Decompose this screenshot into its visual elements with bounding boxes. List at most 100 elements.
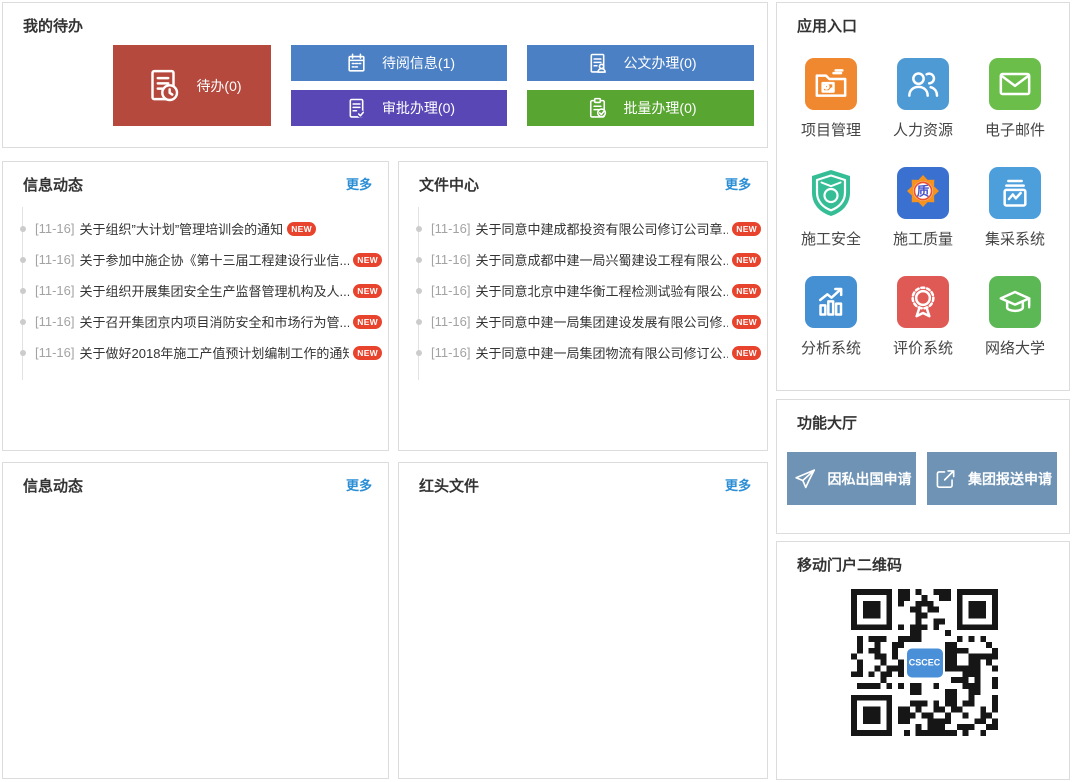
app-label: 电子邮件 bbox=[985, 119, 1045, 140]
news-item-title: 关于做好2018年施工产值预计划编制工作的通知 bbox=[80, 343, 350, 362]
new-badge: NEW bbox=[353, 346, 382, 360]
file-item[interactable]: [11-16] 关于同意中建一局集团物流有限公司修订公... NEW bbox=[419, 337, 761, 368]
redhead-doc-title: 红头文件 bbox=[419, 475, 479, 496]
new-badge: NEW bbox=[353, 253, 382, 267]
mobile-qr-title: 移动门户二维码 bbox=[797, 554, 902, 575]
news-item-date: [11-16] bbox=[35, 345, 75, 360]
file-list: [11-16] 关于同意中建成都投资有限公司修订公司章... NEW [11-1… bbox=[418, 207, 767, 380]
new-badge: NEW bbox=[732, 315, 761, 329]
batch-process-button[interactable]: 批量办理(0) bbox=[527, 90, 754, 126]
app-item-evaluation-system[interactable]: 评价系统 bbox=[893, 276, 953, 358]
app-label: 施工安全 bbox=[801, 228, 861, 249]
app-item-human-resources[interactable]: 人力资源 bbox=[893, 58, 953, 140]
news-item[interactable]: [11-16] 关于召开集团京内项目消防安全和市场行为管... NEW bbox=[23, 306, 382, 337]
pending-read-button[interactable]: 待阅信息(1) bbox=[291, 45, 507, 81]
file-item-date: [11-16] bbox=[431, 252, 471, 267]
file-item-title: 关于同意中建一局集团建设发展有限公司修... bbox=[476, 312, 729, 331]
app-item-network-university[interactable]: 网络大学 bbox=[985, 276, 1045, 358]
new-badge: NEW bbox=[353, 315, 382, 329]
news-panel-title: 信息动态 bbox=[23, 174, 83, 195]
file-item[interactable]: [11-16] 关于同意中建成都投资有限公司修订公司章... NEW bbox=[419, 213, 761, 244]
app-label: 项目管理 bbox=[801, 119, 861, 140]
document-person-icon bbox=[584, 50, 611, 77]
app-item-email[interactable]: 电子邮件 bbox=[985, 58, 1045, 140]
news-item-date: [11-16] bbox=[35, 314, 75, 329]
group-submit-label: 集团报送申请 bbox=[968, 469, 1052, 489]
document-check-icon bbox=[343, 95, 370, 122]
graduation-cap-icon bbox=[995, 282, 1035, 322]
function-hall-panel: 功能大厅 因私出国申请 集团报送申请 bbox=[776, 399, 1070, 534]
medal-rosette-icon bbox=[903, 282, 943, 322]
app-grid: 项目管理 人力资源 bbox=[777, 58, 1069, 358]
file-item[interactable]: [11-16] 关于同意北京中建华衡工程检测试验有限公... NEW bbox=[419, 275, 761, 306]
abroad-application-button[interactable]: 因私出国申请 bbox=[787, 452, 916, 505]
procurement-box-icon bbox=[995, 173, 1035, 213]
news-panel: 信息动态 更多 [11-16] 关于组织”大计划”管理培训会的通知 NEW [1… bbox=[2, 161, 389, 451]
calendar-icon bbox=[343, 50, 370, 77]
file-item-date: [11-16] bbox=[431, 221, 471, 236]
batch-process-label: 批量办理(0) bbox=[623, 98, 696, 118]
official-doc-button[interactable]: 公文办理(0) bbox=[527, 45, 754, 81]
app-item-construction-quality[interactable]: 质 施工质量 bbox=[893, 167, 953, 249]
redhead-more-link[interactable]: 更多 bbox=[725, 475, 751, 494]
my-todo-title: 我的待办 bbox=[23, 15, 83, 36]
new-badge: NEW bbox=[732, 346, 761, 360]
envelope-icon bbox=[995, 64, 1035, 104]
file-item[interactable]: [11-16] 关于同意成都中建一局兴蜀建设工程有限公... NEW bbox=[419, 244, 761, 275]
quality-seal-icon: 质 bbox=[897, 167, 949, 219]
clipboard-check-icon bbox=[584, 95, 611, 122]
plane-icon bbox=[792, 466, 818, 492]
app-label: 网络大学 bbox=[985, 337, 1045, 358]
file-item-date: [11-16] bbox=[431, 345, 471, 360]
news-item[interactable]: [11-16] 关于组织”大计划”管理培训会的通知 NEW bbox=[23, 213, 382, 244]
news-panel-2-title: 信息动态 bbox=[23, 475, 83, 496]
pending-read-label: 待阅信息(1) bbox=[382, 53, 455, 73]
app-label: 集采系统 bbox=[985, 228, 1045, 249]
new-badge: NEW bbox=[732, 253, 761, 267]
official-doc-label: 公文办理(0) bbox=[623, 53, 696, 73]
safety-shield-icon bbox=[805, 167, 857, 219]
app-label: 分析系统 bbox=[801, 337, 861, 358]
news-item-date: [11-16] bbox=[35, 252, 75, 267]
app-label: 评价系统 bbox=[893, 337, 953, 358]
news-item[interactable]: [11-16] 关于参加中施企协《第十三届工程建设行业信... NEW bbox=[23, 244, 382, 275]
qr-code: CSCEC bbox=[851, 589, 998, 736]
news-item[interactable]: [11-16] 关于组织开展集团安全生产监督管理机构及人... NEW bbox=[23, 275, 382, 306]
share-export-icon bbox=[932, 466, 958, 492]
app-item-project-mgmt[interactable]: 项目管理 bbox=[801, 58, 861, 140]
svg-text:质: 质 bbox=[917, 183, 930, 198]
qr-center-logo: CSCEC bbox=[905, 646, 945, 679]
approval-button[interactable]: 审批办理(0) bbox=[291, 90, 507, 126]
news-item-title: 关于召开集团京内项目消防安全和市场行为管... bbox=[80, 312, 350, 331]
file-item[interactable]: [11-16] 关于同意中建一局集团建设发展有限公司修... NEW bbox=[419, 306, 761, 337]
app-label: 施工质量 bbox=[893, 228, 953, 249]
news-more-link[interactable]: 更多 bbox=[346, 174, 372, 193]
people-icon bbox=[903, 64, 943, 104]
file-item-title: 关于同意北京中建华衡工程检测试验有限公... bbox=[476, 281, 729, 300]
file-center-title: 文件中心 bbox=[419, 174, 479, 195]
group-submit-button[interactable]: 集团报送申请 bbox=[927, 452, 1057, 505]
new-badge: NEW bbox=[732, 284, 761, 298]
file-item-date: [11-16] bbox=[431, 283, 471, 298]
project-folder-icon bbox=[811, 64, 851, 104]
document-clock-icon bbox=[142, 65, 184, 107]
app-item-procurement-system[interactable]: 集采系统 bbox=[985, 167, 1045, 249]
new-badge: NEW bbox=[732, 222, 761, 236]
news-list: [11-16] 关于组织”大计划”管理培训会的通知 NEW [11-16] 关于… bbox=[22, 207, 388, 380]
news-item-date: [11-16] bbox=[35, 221, 75, 236]
file-center-panel: 文件中心 更多 [11-16] 关于同意中建成都投资有限公司修订公司章... N… bbox=[398, 161, 768, 451]
function-hall-title: 功能大厅 bbox=[797, 412, 857, 433]
app-entry-panel: 应用入口 项目管理 bbox=[776, 2, 1070, 391]
chart-arrow-icon bbox=[811, 282, 851, 322]
file-center-more-link[interactable]: 更多 bbox=[725, 174, 751, 193]
news-item-title: 关于参加中施企协《第十三届工程建设行业信... bbox=[80, 250, 350, 269]
approval-label: 审批办理(0) bbox=[382, 98, 455, 118]
todo-button[interactable]: 待办(0) bbox=[113, 45, 271, 126]
app-label: 人力资源 bbox=[893, 119, 953, 140]
app-item-analysis-system[interactable]: 分析系统 bbox=[801, 276, 861, 358]
app-item-construction-safety[interactable]: 施工安全 bbox=[801, 167, 861, 249]
news-2-more-link[interactable]: 更多 bbox=[346, 475, 372, 494]
app-entry-title: 应用入口 bbox=[797, 15, 857, 36]
news-panel-2: 信息动态 更多 bbox=[2, 462, 389, 779]
news-item[interactable]: [11-16] 关于做好2018年施工产值预计划编制工作的通知 NEW bbox=[23, 337, 382, 368]
